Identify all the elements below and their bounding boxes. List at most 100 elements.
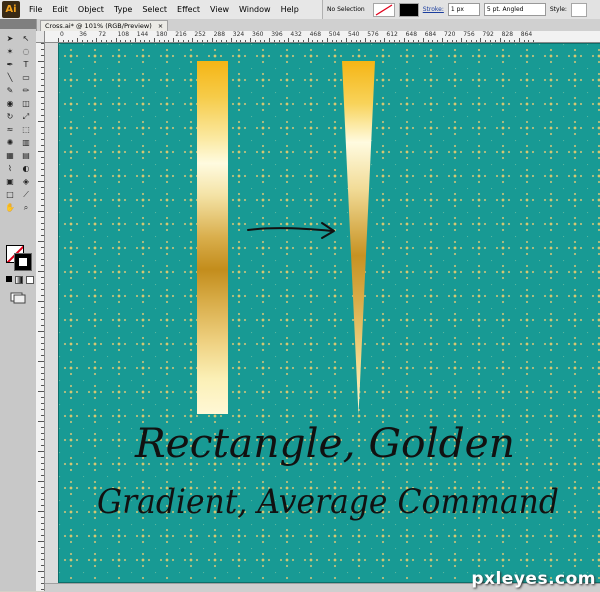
rotate-tool-icon[interactable]: ↻ <box>3 111 17 123</box>
horizontal-ruler[interactable]: 0 36 72 108 144 180 216 252 288 324 360 396 432 468 50… <box>44 31 600 43</box>
none-mode-icon[interactable] <box>26 276 34 284</box>
style-swatch-icon[interactable] <box>570 2 587 17</box>
ruler-minor-tick <box>494 40 496 42</box>
eraser-tool-icon[interactable]: ◫ <box>19 98 33 110</box>
ruler-minor-tick <box>302 40 304 42</box>
ruler-minor-tick <box>470 40 472 42</box>
line-tool-icon[interactable]: ╲ <box>3 72 17 84</box>
ruler-tick <box>41 97 44 98</box>
ruler-tick <box>41 85 44 86</box>
selection-tool-icon[interactable]: ➤ <box>3 33 17 45</box>
color-mode-icon[interactable] <box>6 276 12 282</box>
stroke-label[interactable]: Stroke: <box>423 6 444 13</box>
ruler-minor-tick <box>533 40 535 42</box>
ruler-minor-tick <box>432 40 434 42</box>
ruler-tick <box>41 319 44 320</box>
ruler-minor-tick <box>221 40 223 42</box>
ruler-tick <box>384 38 386 42</box>
menu-edit[interactable]: Edit <box>47 5 73 14</box>
ruler-minor-tick <box>336 40 338 42</box>
ruler-minor-tick <box>144 40 146 42</box>
free-transform-tool-icon[interactable]: ⬚ <box>19 124 33 136</box>
menu-object[interactable]: Object <box>73 5 109 14</box>
zoom-tool-icon[interactable]: ⌕ <box>19 202 33 214</box>
ruler-tick <box>41 307 44 308</box>
column-graph-tool-icon[interactable]: ▥ <box>19 137 33 149</box>
menu-help[interactable]: Help <box>276 5 304 14</box>
ruler-tick <box>38 121 44 122</box>
ruler-tick <box>41 175 44 176</box>
ruler-tick-label: 324 <box>232 31 245 38</box>
slice-tool-icon[interactable]: ⟋ <box>19 189 33 201</box>
ruler-tick <box>41 277 44 278</box>
stroke-color-icon[interactable] <box>398 2 419 17</box>
ruler-minor-tick <box>509 40 511 42</box>
type-tool-icon[interactable]: T <box>19 59 33 71</box>
ruler-minor-tick <box>437 40 439 42</box>
ruler-tick <box>442 38 443 42</box>
ruler-tick-label: 612 <box>386 31 398 38</box>
direct-selection-tool-icon[interactable]: ↖ <box>19 33 33 45</box>
symbol-sprayer-tool-icon[interactable]: ✺ <box>3 137 17 149</box>
ruler-tick <box>41 427 44 428</box>
pen-tool-icon[interactable]: ✒ <box>3 59 17 71</box>
ruler-minor-tick <box>331 40 333 42</box>
ruler-tick-label: 36 <box>79 31 87 38</box>
ruler-tick <box>41 475 44 476</box>
scale-tool-icon[interactable]: ⤢ <box>19 111 33 123</box>
ruler-tick <box>41 493 44 494</box>
menu-window[interactable]: Window <box>234 5 276 14</box>
golden-gradient-rectangle[interactable] <box>197 61 228 414</box>
ruler-tick <box>41 553 44 554</box>
paintbrush-tool-icon[interactable]: ✎ <box>3 85 17 97</box>
rectangle-tool-icon[interactable]: ▭ <box>19 72 33 84</box>
menu-type[interactable]: Type <box>109 5 137 14</box>
gradient-mode-icon[interactable] <box>15 276 23 284</box>
brush-definition-field[interactable]: 5 pt. Angled <box>483 3 546 16</box>
artboard-tool-icon[interactable]: □ <box>3 189 17 201</box>
tools-panel-grip[interactable] <box>0 19 36 29</box>
live-paint-selection-tool-icon[interactable]: ◈ <box>19 176 33 188</box>
ruler-tick <box>269 38 271 42</box>
ruler-tick <box>38 571 44 572</box>
menu-effect[interactable]: Effect <box>172 5 205 14</box>
menu-view[interactable]: View <box>205 5 234 14</box>
blend-tool-icon[interactable]: ◐ <box>19 163 33 175</box>
ruler-tick <box>41 403 44 404</box>
live-paint-tool-icon[interactable]: ▣ <box>3 176 17 188</box>
ruler-minor-tick <box>389 40 391 42</box>
mesh-tool-icon[interactable]: ▦ <box>3 150 17 162</box>
averaged-gradient-spike[interactable] <box>342 61 375 415</box>
ruler-tick <box>41 559 44 560</box>
warp-tool-icon[interactable]: ≈ <box>3 124 17 136</box>
ruler-minor-tick <box>379 40 381 42</box>
eyedropper-tool-icon[interactable]: ⌇ <box>3 163 17 175</box>
ruler-tick <box>38 391 44 392</box>
stroke-swatch[interactable] <box>14 253 32 271</box>
fill-color-icon[interactable] <box>372 2 395 17</box>
gradient-tool-icon[interactable]: ▤ <box>19 150 33 162</box>
ruler-tick <box>41 535 44 536</box>
screen-mode-icon[interactable] <box>10 289 26 304</box>
hand-tool-icon[interactable]: ✋ <box>3 202 17 214</box>
pencil-tool-icon[interactable]: ✏ <box>19 85 33 97</box>
magic-wand-tool-icon[interactable]: ✶ <box>3 46 17 58</box>
stroke-weight-field[interactable]: 1 px <box>447 3 480 16</box>
ruler-tick <box>41 235 44 236</box>
ruler-tick <box>41 67 44 68</box>
ruler-tick-label: 432 <box>290 31 302 38</box>
watermark: pxleyes.com <box>471 569 596 589</box>
ruler-minor-tick <box>451 40 453 42</box>
blob-brush-tool-icon[interactable]: ◉ <box>3 98 17 110</box>
ruler-tick <box>41 145 44 146</box>
ruler-origin[interactable] <box>36 31 45 43</box>
vertical-ruler[interactable] <box>36 31 45 591</box>
arrow-icon <box>247 222 335 239</box>
lasso-tool-icon[interactable]: ◌ <box>19 46 33 58</box>
ruler-tick <box>41 49 44 50</box>
menu-select[interactable]: Select <box>137 5 172 14</box>
menu-file[interactable]: File <box>24 5 47 14</box>
ruler-tick <box>41 385 44 386</box>
ruler-tick <box>41 205 44 206</box>
ruler-tick <box>41 265 44 266</box>
